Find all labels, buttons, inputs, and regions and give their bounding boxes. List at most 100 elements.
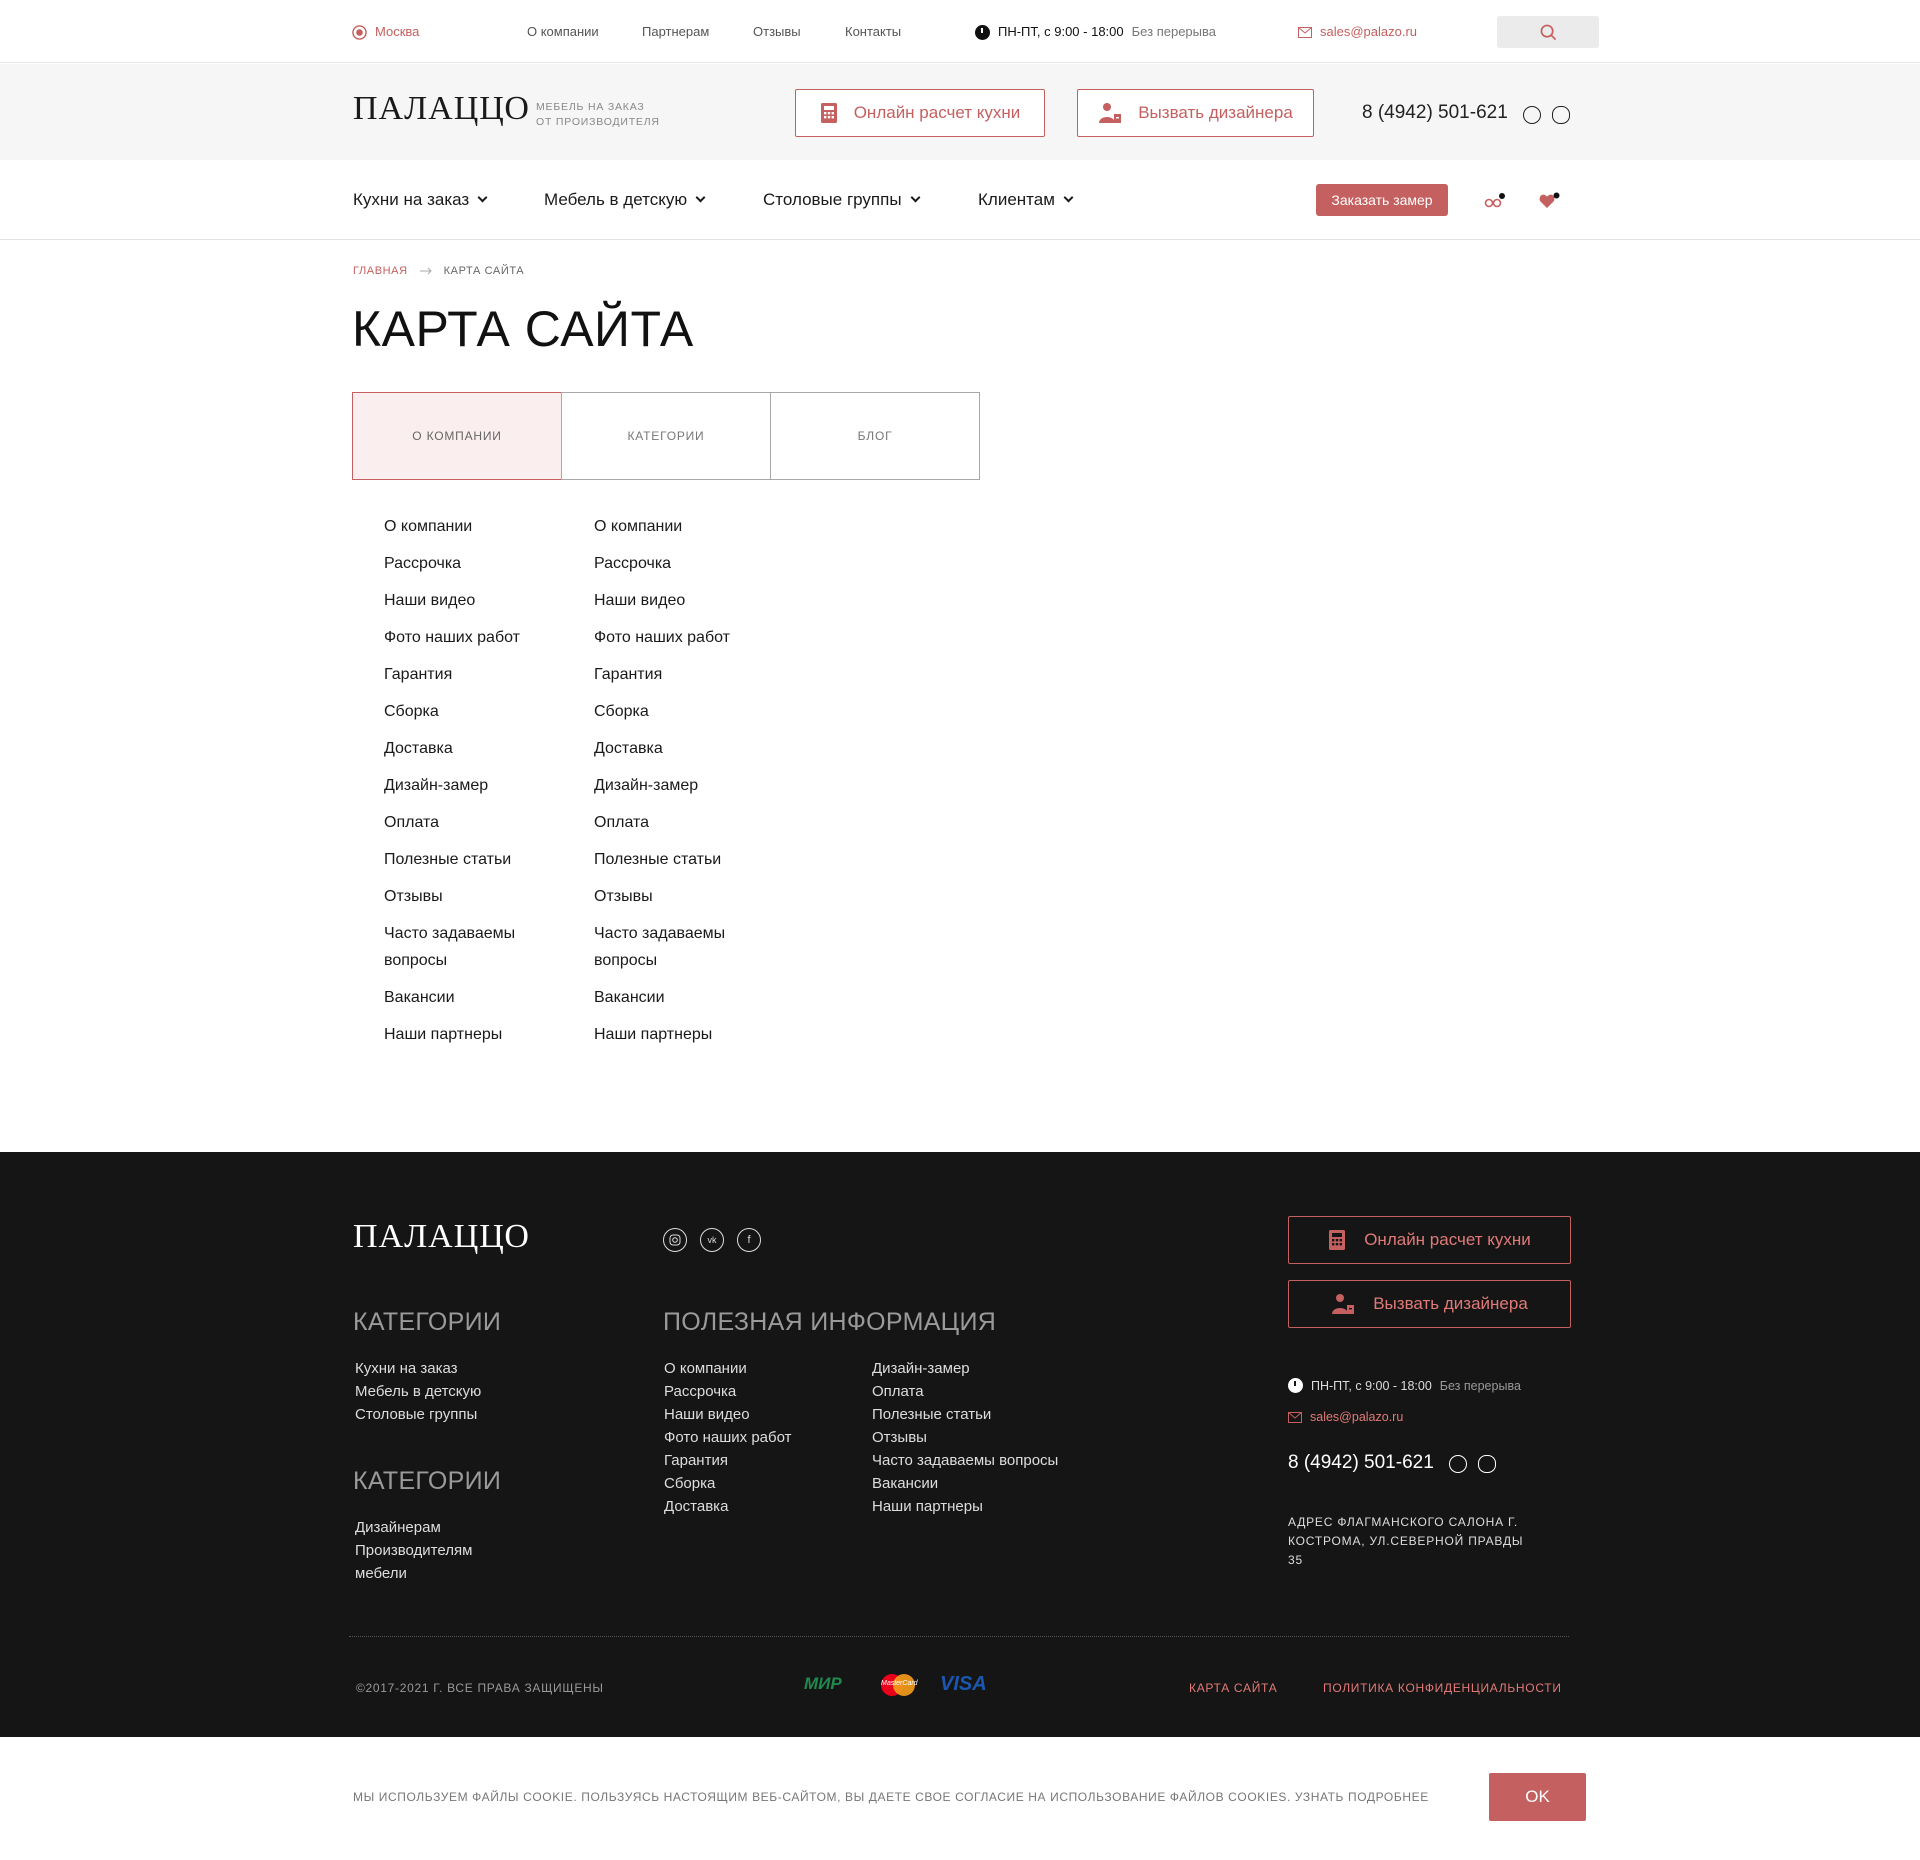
list-item[interactable]: Часто задаваемы вопросы bbox=[594, 920, 754, 974]
site-logo[interactable]: ПАЛАЦЦО bbox=[353, 90, 530, 128]
list-item[interactable]: Отзывы bbox=[872, 1426, 1058, 1449]
mail-icon bbox=[1288, 1411, 1302, 1423]
city-selector[interactable]: Москва bbox=[352, 24, 419, 40]
list-item[interactable]: Полезные статьи bbox=[872, 1403, 1058, 1426]
list-item[interactable]: Наши видео bbox=[594, 587, 754, 614]
list-item[interactable]: Оплата bbox=[872, 1380, 1058, 1403]
list-item[interactable]: Мебель в детскую bbox=[355, 1380, 481, 1403]
list-item[interactable]: О компании bbox=[594, 513, 754, 540]
footer-email[interactable]: sales@palazo.ru bbox=[1288, 1410, 1403, 1424]
facebook-icon[interactable]: f bbox=[737, 1228, 761, 1252]
list-item[interactable]: Полезные статьи bbox=[594, 846, 754, 873]
whatsapp-icon[interactable] bbox=[1449, 1455, 1467, 1473]
list-item[interactable]: Наши видео bbox=[664, 1403, 792, 1426]
list-item[interactable]: Наши партнеры bbox=[594, 1021, 754, 1048]
list-item[interactable]: Оплата bbox=[384, 809, 544, 836]
footer-call-designer-button[interactable]: Вызвать дизайнера bbox=[1288, 1280, 1571, 1328]
whatsapp-icon[interactable] bbox=[1523, 106, 1541, 124]
list-item[interactable]: Доставка bbox=[664, 1495, 792, 1518]
heart-icon[interactable] bbox=[1539, 192, 1561, 210]
email-text: sales@palazo.ru bbox=[1320, 24, 1418, 39]
search-button[interactable] bbox=[1497, 16, 1599, 48]
cookie-ok-button[interactable]: OK bbox=[1489, 1773, 1586, 1821]
call-designer-button[interactable]: Вызвать дизайнера bbox=[1077, 89, 1314, 137]
list-item[interactable]: Доставка bbox=[384, 735, 544, 762]
list-item[interactable]: Столовые группы bbox=[355, 1403, 481, 1426]
list-item[interactable]: Дизайнерам bbox=[355, 1516, 505, 1539]
list-item[interactable]: Гарантия bbox=[594, 661, 754, 688]
nav-item-kitchens[interactable]: Кухни на заказ bbox=[353, 190, 488, 210]
nav-label: Мебель в детскую bbox=[544, 190, 688, 209]
nav-item-kids[interactable]: Мебель в детскую bbox=[544, 190, 706, 210]
tab-about[interactable]: О КОМПАНИИ bbox=[352, 392, 562, 480]
cookie-text: МЫ ИСПОЛЬЗУЕМ ФАЙЛЫ COOKIE. ПОЛЬЗУЯСЬ НА… bbox=[353, 1790, 1429, 1804]
list-item[interactable]: О компании bbox=[384, 513, 544, 540]
tab-categories[interactable]: КАТЕГОРИИ bbox=[561, 392, 771, 480]
footer-categories2-title: КАТЕГОРИИ bbox=[353, 1467, 502, 1495]
list-item[interactable]: Наши партнеры bbox=[872, 1495, 1058, 1518]
footer-phone[interactable]: 8 (4942) 501-621 bbox=[1288, 1452, 1434, 1474]
list-item[interactable]: Часто задаваемы вопросы bbox=[872, 1449, 1058, 1472]
list-item[interactable]: Фото наших работ bbox=[664, 1426, 792, 1449]
footer-calc-kitchen-button[interactable]: Онлайн расчет кухни bbox=[1288, 1216, 1571, 1264]
list-item[interactable]: Вакансии bbox=[384, 984, 544, 1011]
list-item[interactable]: Отзывы bbox=[594, 883, 754, 910]
nav-item-dining[interactable]: Столовые группы bbox=[763, 190, 920, 210]
list-item[interactable]: О компании bbox=[664, 1357, 792, 1380]
list-item[interactable]: Рассрочка bbox=[384, 550, 544, 577]
list-item[interactable]: Сборка bbox=[384, 698, 544, 725]
list-item[interactable]: Полезные статьи bbox=[384, 846, 544, 873]
header-phone[interactable]: 8 (4942) 501-621 bbox=[1362, 102, 1508, 124]
compare-icon[interactable] bbox=[1484, 193, 1506, 209]
list-item[interactable]: Фото наших работ bbox=[594, 624, 754, 651]
list-item[interactable]: Наши партнеры bbox=[384, 1021, 544, 1048]
list-item[interactable]: Наши видео bbox=[384, 587, 544, 614]
list-item[interactable]: Рассрочка bbox=[594, 550, 754, 577]
list-item[interactable]: Сборка bbox=[594, 698, 754, 725]
list-item[interactable]: Оплата bbox=[594, 809, 754, 836]
list-item[interactable]: Кухни на заказ bbox=[355, 1357, 481, 1380]
top-link-reviews[interactable]: Отзывы bbox=[753, 24, 801, 40]
list-item[interactable]: Гарантия bbox=[664, 1449, 792, 1472]
chevron-down-icon bbox=[477, 192, 488, 203]
footer-sitemap-link[interactable]: КАРТА САЙТА bbox=[1189, 1681, 1277, 1695]
list-item[interactable]: Дизайн-замер bbox=[594, 772, 754, 799]
vk-icon[interactable]: vk bbox=[700, 1228, 724, 1252]
top-link-contacts[interactable]: Контакты bbox=[845, 24, 901, 40]
instagram-icon[interactable] bbox=[663, 1228, 687, 1252]
list-item[interactable]: Гарантия bbox=[384, 661, 544, 688]
nav-item-clients[interactable]: Клиентам bbox=[978, 190, 1074, 210]
top-link-partners[interactable]: Партнерам bbox=[642, 24, 709, 40]
nav-label: Кухни на заказ bbox=[353, 190, 470, 209]
tagline-line2: ОТ ПРОИЗВОДИТЕЛЯ bbox=[536, 116, 660, 128]
list-item[interactable]: Сборка bbox=[664, 1472, 792, 1495]
list-item[interactable]: Фото наших работ bbox=[384, 624, 544, 651]
list-item[interactable]: Дизайн-замер bbox=[384, 772, 544, 799]
calculator-icon bbox=[1329, 1230, 1346, 1250]
top-link-about[interactable]: О компании bbox=[527, 24, 599, 40]
viber-icon[interactable] bbox=[1478, 1455, 1496, 1473]
footer-info-title: ПОЛЕЗНАЯ ИНФОРМАЦИЯ bbox=[663, 1308, 997, 1336]
list-item[interactable]: Дизайн-замер bbox=[872, 1357, 1058, 1380]
list-item[interactable]: Рассрочка bbox=[664, 1380, 792, 1403]
list-item[interactable]: Доставка bbox=[594, 735, 754, 762]
list-item[interactable]: Производителям мебели bbox=[355, 1539, 505, 1585]
footer-privacy-link[interactable]: ПОЛИТИКА КОНФИДЕНЦИАЛЬНОСТИ bbox=[1323, 1681, 1562, 1695]
calc-kitchen-label: Онлайн расчет кухни bbox=[853, 103, 1021, 122]
list-item[interactable]: Вакансии bbox=[594, 984, 754, 1011]
breadcrumb-current: КАРТА САЙТА bbox=[443, 265, 525, 277]
top-bar: Москва О компании Партнерам Отзывы Конта… bbox=[0, 0, 1920, 63]
list-item[interactable]: Отзывы bbox=[384, 883, 544, 910]
order-measure-button[interactable]: Заказать замер bbox=[1316, 184, 1448, 216]
top-email[interactable]: sales@palazo.ru bbox=[1298, 24, 1417, 40]
list-item[interactable]: Часто задаваемы вопросы bbox=[384, 920, 544, 974]
calc-kitchen-button[interactable]: Онлайн расчет кухни bbox=[795, 89, 1045, 137]
footer-logo[interactable]: ПАЛАЦЦО bbox=[353, 1218, 530, 1256]
tab-blog[interactable]: БЛОГ bbox=[770, 392, 980, 480]
location-pin-icon bbox=[352, 24, 367, 40]
list-item[interactable]: Вакансии bbox=[872, 1472, 1058, 1495]
viber-icon[interactable] bbox=[1552, 106, 1570, 124]
tagline: МЕБЕЛЬ НА ЗАКАЗ ОТ ПРОИЗВОДИТЕЛЯ bbox=[536, 100, 660, 130]
breadcrumb-home[interactable]: ГЛАВНАЯ bbox=[353, 265, 408, 277]
chevron-down-icon bbox=[1063, 192, 1074, 203]
